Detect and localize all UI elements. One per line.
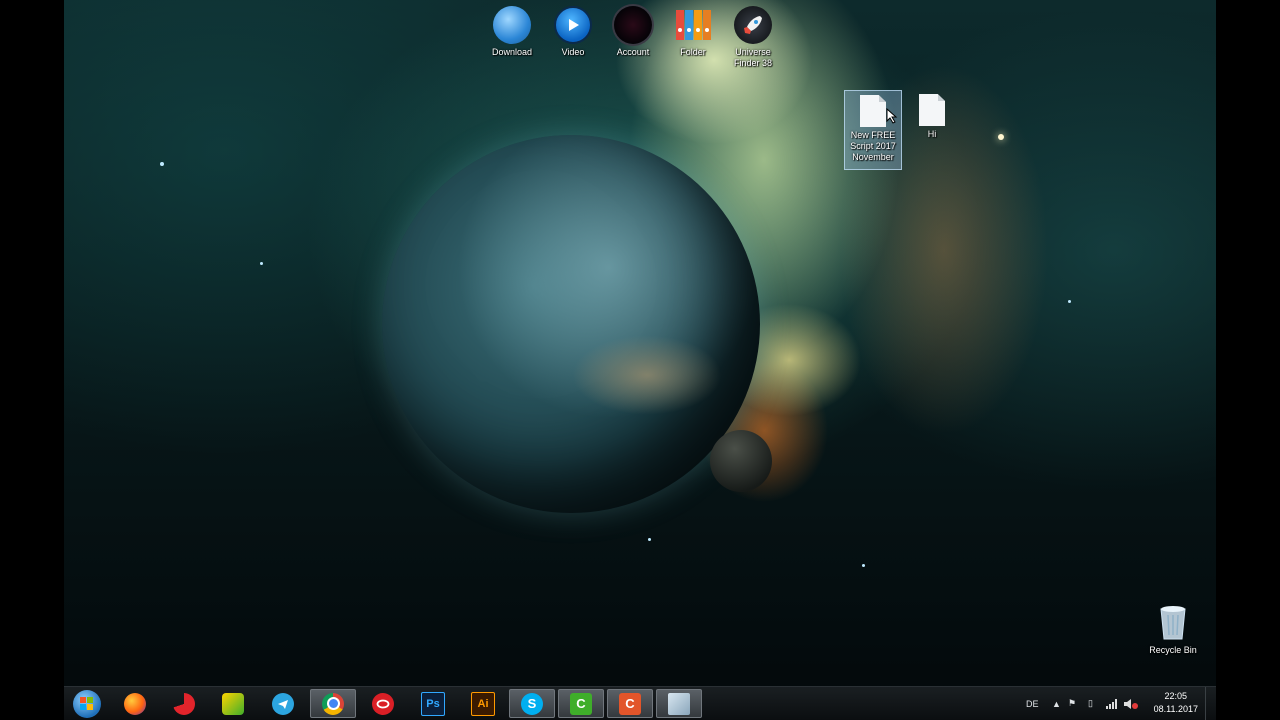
text-file-icon (919, 94, 945, 126)
globe-shortcut-icon (493, 6, 531, 44)
desktop-icon-label: Universe Finder 38 (733, 47, 773, 68)
windows-start-icon (73, 689, 101, 718)
action-center-button[interactable]: ⚑ (1068, 687, 1076, 720)
wallpaper-star (648, 538, 651, 541)
wallpaper-moon (710, 430, 772, 492)
rocket-icon (734, 6, 772, 44)
wallpaper-star (1068, 300, 1071, 303)
telegram-icon (272, 692, 294, 715)
desktop-icon-label: Download (491, 47, 533, 57)
flag-icon: ⚑ (1068, 698, 1077, 708)
tray-device-button[interactable]: ▯ (1088, 687, 1093, 720)
camtasia-icon (222, 692, 244, 715)
desktop-file-hi[interactable]: Hi (904, 90, 960, 140)
desktop-icon-folder[interactable]: Folder (663, 6, 723, 58)
desktop-icon-label: Account (616, 47, 650, 57)
taskbar: Ps Ai S C C DE ▲ ⚑ ▯ 22:05 08.11.2017 (64, 686, 1216, 720)
wallpaper-star (260, 262, 263, 265)
firefox-icon (124, 692, 146, 715)
clock-date: 08.11.2017 (1153, 704, 1198, 714)
dark-orb-icon (614, 6, 652, 44)
start-button[interactable] (64, 689, 110, 718)
show-desktop-button[interactable] (1205, 687, 1216, 720)
desktop-icon-label: Recycle Bin (1149, 645, 1197, 655)
wallpaper-star (160, 162, 164, 166)
desktop-icon-account[interactable]: Account (603, 6, 663, 58)
tray-expand-button[interactable]: ▲ (1052, 687, 1061, 720)
device-icon: ▯ (1088, 698, 1093, 708)
play-icon (554, 6, 592, 44)
taskbar-explorer[interactable] (656, 689, 702, 718)
desktop-icon-universe-finder[interactable]: Universe Finder 38 (723, 6, 783, 69)
taskbar-photoshop[interactable]: Ps (410, 689, 456, 718)
recycle-bin-icon (1154, 604, 1192, 642)
taskbar-creative-cloud[interactable] (360, 689, 406, 718)
taskbar-camtasia-studio[interactable]: C (558, 689, 604, 718)
chrome-icon (322, 692, 344, 715)
wallpaper-star (998, 134, 1004, 140)
wallpaper-planet (382, 135, 760, 513)
taskbar-chrome[interactable] (310, 689, 356, 718)
desktop-icon-download[interactable]: Download (482, 6, 542, 58)
wallpaper-star (862, 564, 865, 567)
desktop-file-new-free-script[interactable]: New FREE Script 2017 November (844, 90, 902, 170)
taskbar-telegram[interactable] (260, 689, 306, 718)
language-label: DE (1026, 698, 1039, 709)
network-icon (1106, 698, 1117, 709)
clock-time: 22:05 (1164, 691, 1188, 701)
network-button[interactable] (1106, 687, 1118, 720)
language-indicator[interactable]: DE (1026, 687, 1039, 720)
desktop-icon-label: Video (561, 47, 585, 57)
ccleaner-icon (173, 692, 195, 715)
taskbar-clock[interactable]: 22:05 08.11.2017 (1154, 690, 1198, 716)
taskbar-illustrator[interactable]: Ai (460, 689, 506, 718)
explorer-icon (668, 692, 690, 715)
app-c-icon: C (619, 692, 641, 715)
illustrator-icon: Ai (471, 691, 495, 716)
volume-muted-icon (1124, 698, 1138, 709)
chevron-up-icon: ▲ (1052, 698, 1061, 709)
taskbar-skype[interactable]: S (509, 689, 555, 718)
skype-icon: S (521, 692, 543, 715)
binders-icon (674, 6, 712, 44)
taskbar-camtasia[interactable] (210, 689, 256, 718)
desktop-file-label: Hi (927, 129, 937, 139)
taskbar-ccleaner[interactable] (161, 689, 207, 718)
desktop-file-label: New FREE Script 2017 November (850, 130, 896, 162)
photoshop-icon: Ps (421, 691, 445, 716)
camtasia-studio-icon: C (570, 692, 592, 715)
desktop-icon-label: Folder (680, 47, 706, 57)
text-file-icon (860, 95, 886, 127)
desktop-icon-recycle-bin[interactable]: Recycle Bin (1142, 604, 1204, 656)
taskbar-firefox[interactable] (112, 689, 158, 718)
desktop[interactable]: Download Video Account Folder Universe F… (64, 0, 1216, 720)
mouse-cursor-icon (886, 108, 898, 124)
desktop-icon-video[interactable]: Video (543, 6, 603, 58)
volume-button[interactable] (1124, 687, 1138, 720)
creative-cloud-icon (372, 692, 394, 715)
taskbar-app-c[interactable]: C (607, 689, 653, 718)
